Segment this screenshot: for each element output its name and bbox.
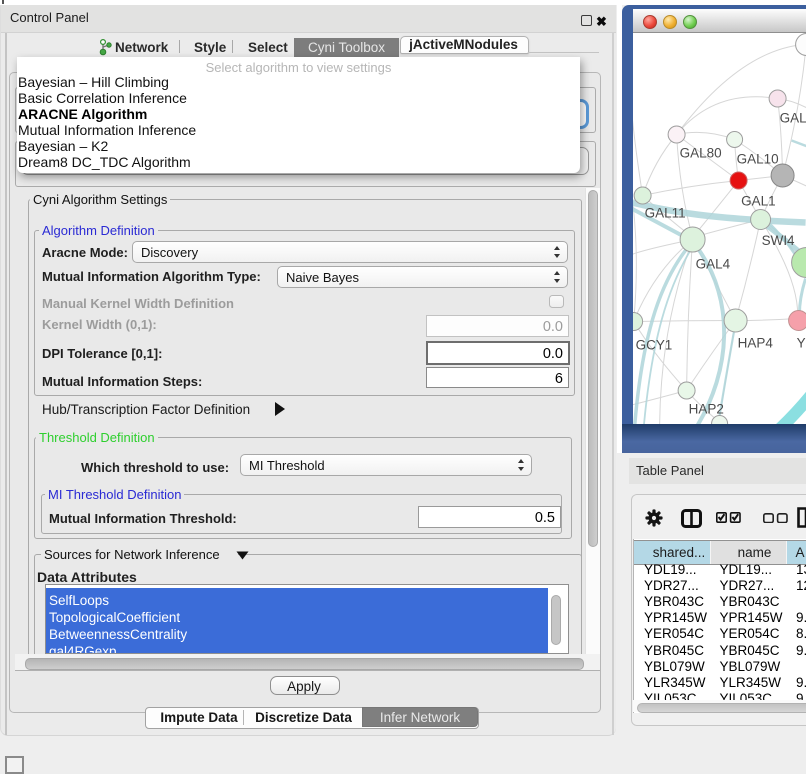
svg-text:GAL11: GAL11 [645, 205, 686, 220]
svg-text:GCY1: GCY1 [636, 337, 673, 352]
svg-text:GAL7: GAL7 [780, 110, 806, 125]
svg-text:GAL1: GAL1 [741, 193, 775, 208]
svg-text:HAP2: HAP2 [689, 401, 724, 416]
svg-text:GAL4: GAL4 [696, 256, 731, 271]
svg-text:HAP4: HAP4 [738, 335, 774, 350]
svg-text:GAL10: GAL10 [737, 151, 779, 166]
svg-text:SWI4: SWI4 [762, 232, 795, 247]
svg-text:GAL80: GAL80 [680, 145, 722, 160]
svg-text:Y: Y [797, 335, 806, 350]
